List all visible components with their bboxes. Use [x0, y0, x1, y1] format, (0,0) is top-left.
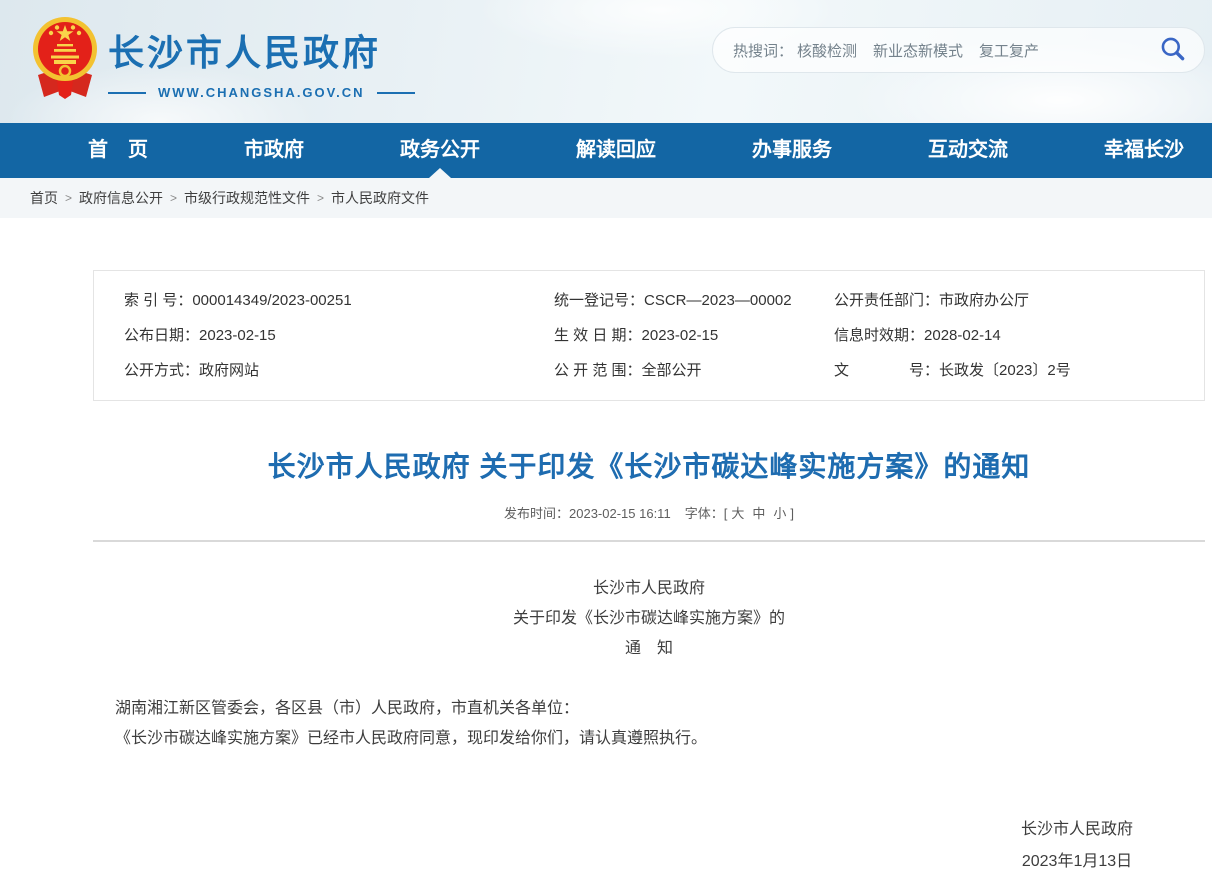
- document-body: 长沙市人民政府 关于印发《长沙市碳达峰实施方案》的 通 知 湖南湘江新区管委会，…: [93, 574, 1205, 878]
- meta-field-register-number: 统一登记号：CSCR—2023—00002: [554, 283, 834, 318]
- national-emblem-icon: [30, 96, 100, 113]
- document-meta-table: 索 引 号：000014349/2023-00251 统一登记号：CSCR—20…: [93, 270, 1205, 401]
- breadcrumb-normative-docs[interactable]: 市级行政规范性文件: [184, 188, 310, 208]
- meta-field-publish-method: 公开方式：政府网站: [124, 353, 554, 388]
- breadcrumb-separator: >: [65, 191, 72, 205]
- hot-keyword-2[interactable]: 新业态新模式: [873, 40, 963, 61]
- site-title: 长沙市人民政府: [108, 24, 415, 76]
- breadcrumb: 首页 > 政府信息公开 > 市级行政规范性文件 > 市人民政府文件: [0, 178, 1212, 218]
- doc-heading-line-1: 长沙市人民政府: [93, 574, 1205, 604]
- hot-search-label: 热搜词：: [733, 40, 793, 61]
- meta-field-publish-scope: 公 开 范 围：全部公开: [554, 353, 834, 388]
- font-bracket-open: [: [724, 506, 728, 521]
- nav-item-interaction[interactable]: 互动交流: [928, 123, 1008, 178]
- doc-paragraph-body: 《长沙市碳达峰实施方案》已经市人民政府同意，现印发给你们，请认真遵照执行。: [93, 724, 1205, 754]
- site-header: 长沙市人民政府 WWW.CHANGSHA.GOV.CN 热搜词： 核酸检测 新业…: [0, 0, 1212, 123]
- content-container: 索 引 号：000014349/2023-00251 统一登记号：CSCR—20…: [93, 270, 1205, 878]
- nav-item-policy-interpretation[interactable]: 解读回应: [576, 123, 656, 178]
- doc-heading-line-3: 通 知: [93, 634, 1205, 664]
- search-icon: [1159, 35, 1186, 65]
- font-size-large-button[interactable]: 大: [731, 506, 744, 521]
- signature-block: 长沙市人民政府 2023年1月13日: [93, 814, 1205, 878]
- page-title: 长沙市人民政府 关于印发《长沙市碳达峰实施方案》的通知: [93, 445, 1205, 485]
- meta-field-index-number: 索 引 号：000014349/2023-00251: [124, 283, 554, 318]
- font-size-small-button[interactable]: 小: [773, 506, 786, 521]
- doc-heading-line-2: 关于印发《长沙市碳达峰实施方案》的: [93, 604, 1205, 634]
- meta-field-doc-number: 文 号：长政发〔2023〕2号: [834, 353, 1204, 388]
- publish-info-line: 发布时间：2023-02-15 16:11 字体：[大中小]: [93, 503, 1205, 522]
- font-size-label: 字体：: [685, 506, 724, 521]
- font-bracket-close: ]: [790, 506, 794, 521]
- meta-field-responsible-dept: 公开责任部门：市政府办公厅: [834, 283, 1204, 318]
- national-emblem-logo[interactable]: [30, 13, 100, 109]
- breadcrumb-separator: >: [317, 191, 324, 205]
- search-box[interactable]: 热搜词： 核酸检测 新业态新模式 复工复产: [712, 27, 1205, 73]
- nav-item-services[interactable]: 办事服务: [752, 123, 832, 178]
- doc-paragraphs: 湖南湘江新区管委会，各区县（市）人民政府，市直机关各单位： 《长沙市碳达峰实施方…: [93, 694, 1205, 754]
- site-brand: 长沙市人民政府 WWW.CHANGSHA.GOV.CN: [108, 24, 415, 100]
- site-url-row: WWW.CHANGSHA.GOV.CN: [108, 85, 415, 100]
- signature-name: 长沙市人民政府: [1021, 814, 1133, 846]
- publish-time-label: 发布时间：: [504, 506, 569, 521]
- meta-field-effective-date: 生 效 日 期：2023-02-15: [554, 318, 834, 353]
- site-url: WWW.CHANGSHA.GOV.CN: [158, 85, 365, 100]
- search-button[interactable]: [1159, 35, 1186, 65]
- breadcrumb-home[interactable]: 首页: [30, 188, 58, 208]
- meta-field-publish-date: 公布日期：2023-02-15: [124, 318, 554, 353]
- hot-keyword-3[interactable]: 复工复产: [979, 40, 1039, 61]
- url-dash-left: [108, 92, 146, 94]
- publish-time-value: 2023-02-15 16:11: [569, 506, 671, 521]
- breadcrumb-separator: >: [170, 191, 177, 205]
- hot-keyword-1[interactable]: 核酸检测: [797, 40, 857, 61]
- breadcrumb-current: 市人民政府文件: [331, 188, 429, 208]
- nav-item-city-government[interactable]: 市政府: [244, 123, 304, 178]
- url-dash-right: [377, 92, 415, 94]
- nav-item-home[interactable]: 首 页: [88, 123, 148, 178]
- font-size-medium-button[interactable]: 中: [752, 506, 765, 521]
- nav-item-happy-changsha[interactable]: 幸福长沙: [1104, 123, 1184, 178]
- breadcrumb-gov-info[interactable]: 政府信息公开: [79, 188, 163, 208]
- doc-paragraph-salutation: 湖南湘江新区管委会，各区县（市）人民政府，市直机关各单位：: [93, 694, 1205, 724]
- meta-field-expiry-date: 信息时效期：2028-02-14: [834, 318, 1204, 353]
- title-divider: [93, 540, 1205, 542]
- signature-date: 2023年1月13日: [1021, 846, 1133, 878]
- nav-item-government-affairs[interactable]: 政务公开: [400, 123, 480, 178]
- main-nav: 首 页 市政府 政务公开 解读回应 办事服务 互动交流 幸福长沙: [0, 123, 1212, 178]
